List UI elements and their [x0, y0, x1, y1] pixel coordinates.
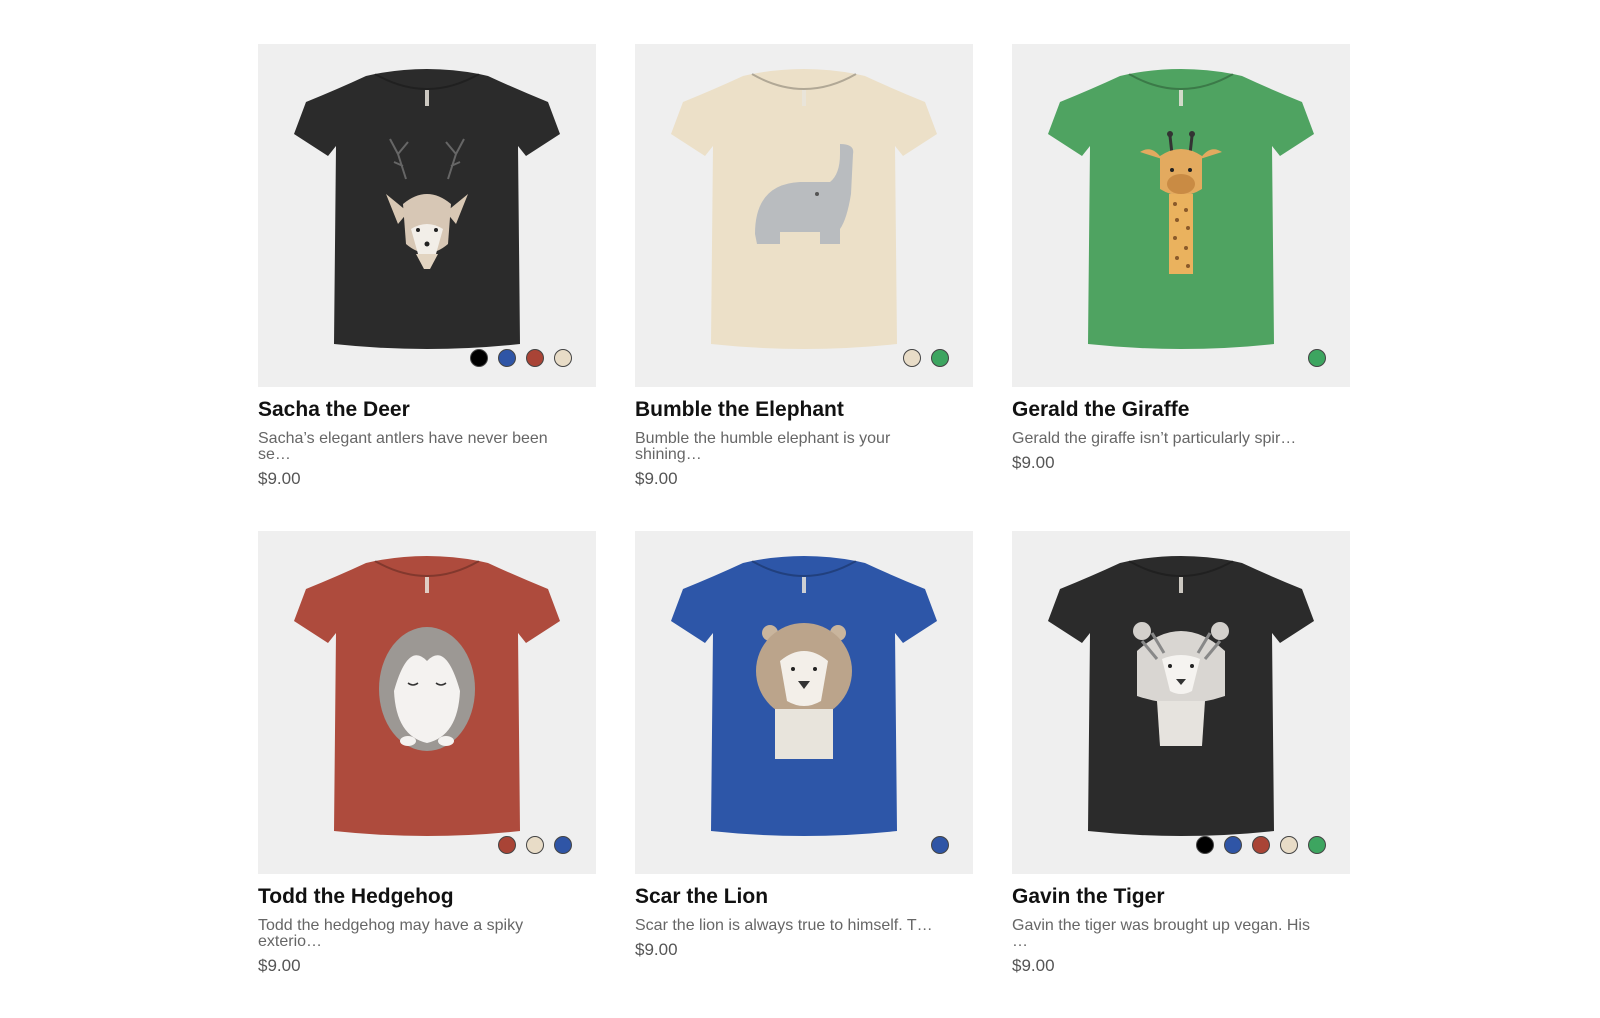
product-price: $9.00	[258, 956, 301, 975]
product-title[interactable]: Sacha the Deer	[258, 397, 596, 423]
product-price: $9.00	[1012, 956, 1055, 975]
color-swatch[interactable]	[1252, 836, 1270, 854]
product-image[interactable]	[1012, 531, 1350, 874]
product-image[interactable]	[258, 44, 596, 387]
product-description: Todd the hedgehog may have a spiky exter…	[258, 917, 524, 950]
product-card: Sacha the Deer Sacha’s elegant antlers h…	[258, 44, 596, 531]
tshirt-image	[294, 69, 560, 349]
product-description: Gerald the giraffe isn’t particularly sp…	[1012, 430, 1297, 447]
color-swatch[interactable]	[1308, 836, 1326, 854]
product-price: $9.00	[1012, 453, 1055, 472]
product-price: $9.00	[635, 940, 678, 959]
color-swatch[interactable]	[470, 349, 488, 367]
color-swatch[interactable]	[1280, 836, 1298, 854]
product-card: Bumble the Elephant Bumble the humble el…	[635, 44, 973, 531]
color-swatch[interactable]	[554, 349, 572, 367]
color-swatches	[498, 836, 572, 854]
product-description: Bumble the humble elephant is your shini…	[635, 430, 891, 463]
color-swatches	[931, 836, 949, 854]
color-swatches	[1308, 349, 1326, 367]
product-title[interactable]: Bumble the Elephant	[635, 397, 973, 423]
product-card: Gavin the Tiger Gavin the tiger was brou…	[1012, 531, 1350, 1018]
color-swatches	[1196, 836, 1326, 854]
color-swatch[interactable]	[1196, 836, 1214, 854]
color-swatch[interactable]	[526, 349, 544, 367]
color-swatch[interactable]	[1308, 349, 1326, 367]
tshirt-image	[671, 556, 937, 836]
product-price: $9.00	[635, 469, 678, 488]
product-price: $9.00	[258, 469, 301, 488]
color-swatch[interactable]	[931, 836, 949, 854]
tshirt-image	[671, 69, 937, 349]
product-card: Gerald the Giraffe Gerald the giraffe is…	[1012, 44, 1350, 531]
color-swatch[interactable]	[903, 349, 921, 367]
color-swatch[interactable]	[931, 349, 949, 367]
tshirt-image	[294, 556, 560, 836]
product-title[interactable]: Gavin the Tiger	[1012, 884, 1350, 910]
product-card: Todd the Hedgehog Todd the hedgehog may …	[258, 531, 596, 1018]
product-image[interactable]	[635, 44, 973, 387]
color-swatch[interactable]	[498, 836, 516, 854]
tshirt-image	[1048, 556, 1314, 836]
color-swatch[interactable]	[498, 349, 516, 367]
product-image[interactable]	[258, 531, 596, 874]
product-description: Sacha’s elegant antlers have never been …	[258, 430, 548, 463]
color-swatches	[470, 349, 572, 367]
product-title[interactable]: Gerald the Giraffe	[1012, 397, 1350, 423]
product-grid: Sacha the Deer Sacha’s elegant antlers h…	[258, 44, 1350, 1018]
product-description: Gavin the tiger was brought up vegan. Hi…	[1012, 917, 1310, 950]
tshirt-image	[1048, 69, 1314, 349]
hedgehog-graphic	[379, 627, 475, 751]
color-swatch[interactable]	[554, 836, 572, 854]
product-title[interactable]: Scar the Lion	[635, 884, 973, 910]
color-swatches	[903, 349, 949, 367]
product-card: Scar the Lion Scar the lion is always tr…	[635, 531, 973, 1018]
color-swatch[interactable]	[1224, 836, 1242, 854]
product-description: Scar the lion is always true to himself.…	[635, 917, 933, 934]
product-image[interactable]	[635, 531, 973, 874]
product-title[interactable]: Todd the Hedgehog	[258, 884, 596, 910]
color-swatch[interactable]	[526, 836, 544, 854]
product-image[interactable]	[1012, 44, 1350, 387]
